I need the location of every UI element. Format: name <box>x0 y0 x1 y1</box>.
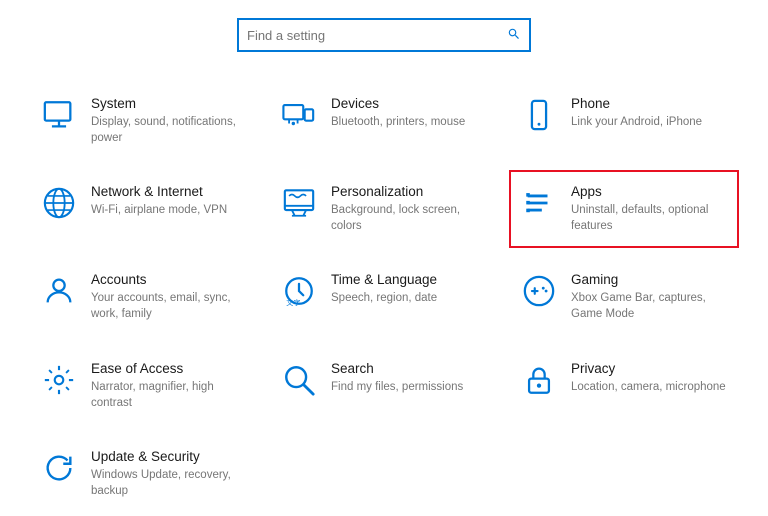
setting-item-personalization[interactable]: Personalization Background, lock screen,… <box>269 170 499 248</box>
devices-desc: Bluetooth, printers, mouse <box>331 114 465 130</box>
update-icon <box>41 451 77 485</box>
devices-text: Devices Bluetooth, printers, mouse <box>331 96 465 130</box>
search-wrapper <box>237 18 531 52</box>
system-title: System <box>91 96 247 111</box>
devices-title: Devices <box>331 96 465 111</box>
setting-item-gaming[interactable]: Gaming Xbox Game Bar, captures, Game Mod… <box>509 258 739 336</box>
setting-item-time[interactable]: 文字 Time & Language Speech, region, date <box>269 258 499 336</box>
privacy-title: Privacy <box>571 361 726 376</box>
gaming-title: Gaming <box>571 272 727 287</box>
setting-item-devices[interactable]: Devices Bluetooth, printers, mouse <box>269 82 499 160</box>
privacy-text: Privacy Location, camera, microphone <box>571 361 726 395</box>
search-input[interactable] <box>247 28 507 43</box>
apps-text: Apps Uninstall, defaults, optional featu… <box>571 184 727 234</box>
time-desc: Speech, region, date <box>331 290 437 306</box>
network-desc: Wi-Fi, airplane mode, VPN <box>91 202 227 218</box>
setting-item-accounts[interactable]: Accounts Your accounts, email, sync, wor… <box>29 258 259 336</box>
gaming-icon <box>521 274 557 308</box>
time-icon: 文字 <box>281 274 317 308</box>
network-text: Network & Internet Wi-Fi, airplane mode,… <box>91 184 227 218</box>
phone-icon <box>521 98 557 132</box>
devices-icon <box>281 98 317 132</box>
update-desc: Windows Update, recovery, backup <box>91 467 247 499</box>
time-title: Time & Language <box>331 272 437 287</box>
ease-text: Ease of Access Narrator, magnifier, high… <box>91 361 247 411</box>
system-text: System Display, sound, notifications, po… <box>91 96 247 146</box>
gaming-text: Gaming Xbox Game Bar, captures, Game Mod… <box>571 272 727 322</box>
setting-item-phone[interactable]: Phone Link your Android, iPhone <box>509 82 739 160</box>
setting-item-ease[interactable]: Ease of Access Narrator, magnifier, high… <box>29 347 259 425</box>
search-title: Search <box>331 361 463 376</box>
search-bar[interactable] <box>237 18 531 52</box>
svg-text:文字: 文字 <box>286 299 300 308</box>
time-text: Time & Language Speech, region, date <box>331 272 437 306</box>
phone-text: Phone Link your Android, iPhone <box>571 96 702 130</box>
system-icon <box>41 98 77 132</box>
search-icon <box>507 27 521 44</box>
search-icon <box>281 363 317 397</box>
network-icon <box>41 186 77 220</box>
personalization-desc: Background, lock screen, colors <box>331 202 487 234</box>
ease-title: Ease of Access <box>91 361 247 376</box>
update-title: Update & Security <box>91 449 247 464</box>
setting-item-network[interactable]: Network & Internet Wi-Fi, airplane mode,… <box>29 170 259 248</box>
search-desc: Find my files, permissions <box>331 379 463 395</box>
accounts-text: Accounts Your accounts, email, sync, wor… <box>91 272 247 322</box>
search-text: Search Find my files, permissions <box>331 361 463 395</box>
privacy-desc: Location, camera, microphone <box>571 379 726 395</box>
system-desc: Display, sound, notifications, power <box>91 114 247 146</box>
setting-item-search[interactable]: Search Find my files, permissions <box>269 347 499 425</box>
apps-icon <box>521 186 557 220</box>
accounts-title: Accounts <box>91 272 247 287</box>
network-title: Network & Internet <box>91 184 227 199</box>
phone-desc: Link your Android, iPhone <box>571 114 702 130</box>
settings-grid: System Display, sound, notifications, po… <box>0 82 768 513</box>
setting-item-privacy[interactable]: Privacy Location, camera, microphone <box>509 347 739 425</box>
phone-title: Phone <box>571 96 702 111</box>
setting-item-apps[interactable]: Apps Uninstall, defaults, optional featu… <box>509 170 739 248</box>
update-text: Update & Security Windows Update, recove… <box>91 449 247 499</box>
ease-icon <box>41 363 77 397</box>
ease-desc: Narrator, magnifier, high contrast <box>91 379 247 411</box>
personalization-icon <box>281 186 317 220</box>
personalization-title: Personalization <box>331 184 487 199</box>
setting-item-update[interactable]: Update & Security Windows Update, recove… <box>29 435 259 513</box>
personalization-text: Personalization Background, lock screen,… <box>331 184 487 234</box>
accounts-icon <box>41 274 77 308</box>
setting-item-system[interactable]: System Display, sound, notifications, po… <box>29 82 259 160</box>
gaming-desc: Xbox Game Bar, captures, Game Mode <box>571 290 727 322</box>
apps-title: Apps <box>571 184 727 199</box>
apps-desc: Uninstall, defaults, optional features <box>571 202 727 234</box>
accounts-desc: Your accounts, email, sync, work, family <box>91 290 247 322</box>
privacy-icon <box>521 363 557 397</box>
